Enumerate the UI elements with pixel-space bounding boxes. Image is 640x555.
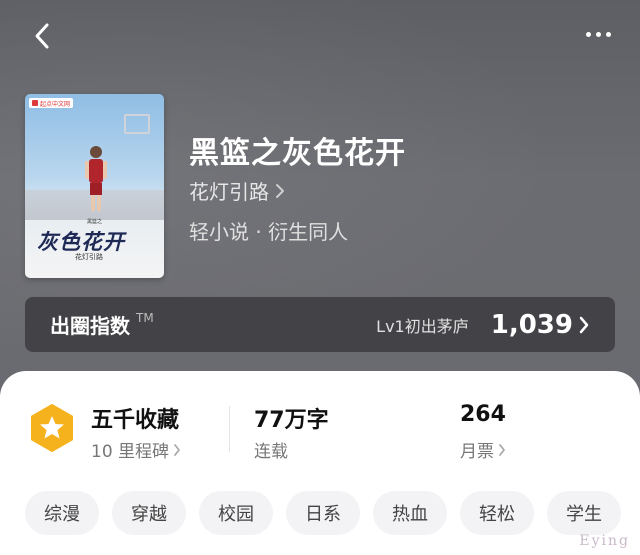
cover-publisher-logo: 起点中文网 bbox=[29, 98, 74, 108]
index-label: 出圈指数 bbox=[50, 314, 130, 338]
chevron-right-icon bbox=[276, 183, 284, 198]
milestone-badge-icon bbox=[31, 404, 73, 452]
monthly-tickets-count: 264 bbox=[460, 402, 506, 427]
book-cover[interactable]: 起点中文网 黑篮之 灰色花开 花灯引路 bbox=[25, 94, 164, 278]
serial-status: 连载 bbox=[254, 442, 288, 462]
popularity-index-bar[interactable]: 出圈指数 TM Lv1初出茅庐 1,039 bbox=[25, 297, 615, 352]
chevron-right-icon bbox=[174, 443, 180, 456]
book-genres: 轻小说 · 衍生同人 bbox=[189, 220, 349, 244]
tag-chip[interactable]: 学生 bbox=[547, 491, 621, 535]
cover-author: 花灯引路 bbox=[75, 253, 103, 261]
tag-list: 综漫 穿越 校园 日系 热血 轻松 学生 bbox=[25, 491, 621, 535]
tag-chip[interactable]: 穿越 bbox=[112, 491, 186, 535]
chevron-right-icon bbox=[579, 316, 589, 333]
monthly-tickets-link[interactable]: 月票 bbox=[460, 437, 506, 462]
watermark: Eying bbox=[579, 533, 630, 549]
more-options-button[interactable] bbox=[578, 18, 618, 50]
stats-divider bbox=[229, 406, 230, 452]
index-level: Lv1初出茅庐 bbox=[376, 316, 469, 336]
more-horizontal-icon bbox=[585, 31, 591, 37]
index-trademark: TM bbox=[136, 311, 154, 325]
author-name: 花灯引路 bbox=[189, 180, 269, 204]
author-link[interactable]: 花灯引路 bbox=[189, 176, 285, 205]
word-count: 77万字 bbox=[254, 408, 329, 433]
collection-milestone-title: 五千收藏 bbox=[91, 408, 180, 433]
collection-milestone-link[interactable]: 10 里程碑 bbox=[91, 437, 181, 462]
book-title: 黑篮之灰色花开 bbox=[189, 136, 406, 171]
chevron-right-icon bbox=[499, 443, 505, 456]
chevron-left-icon bbox=[35, 23, 49, 49]
tag-chip[interactable]: 轻松 bbox=[460, 491, 534, 535]
index-value: 1,039 bbox=[490, 309, 573, 340]
tag-chip[interactable]: 校园 bbox=[199, 491, 273, 535]
cover-hoop bbox=[124, 114, 150, 134]
cover-player-figure bbox=[85, 146, 107, 211]
cover-series: 黑篮之 bbox=[87, 219, 103, 225]
tag-chip[interactable]: 综漫 bbox=[25, 491, 99, 535]
back-button[interactable] bbox=[24, 18, 60, 54]
tag-chip[interactable]: 热血 bbox=[373, 491, 447, 535]
tag-chip[interactable]: 日系 bbox=[286, 491, 360, 535]
